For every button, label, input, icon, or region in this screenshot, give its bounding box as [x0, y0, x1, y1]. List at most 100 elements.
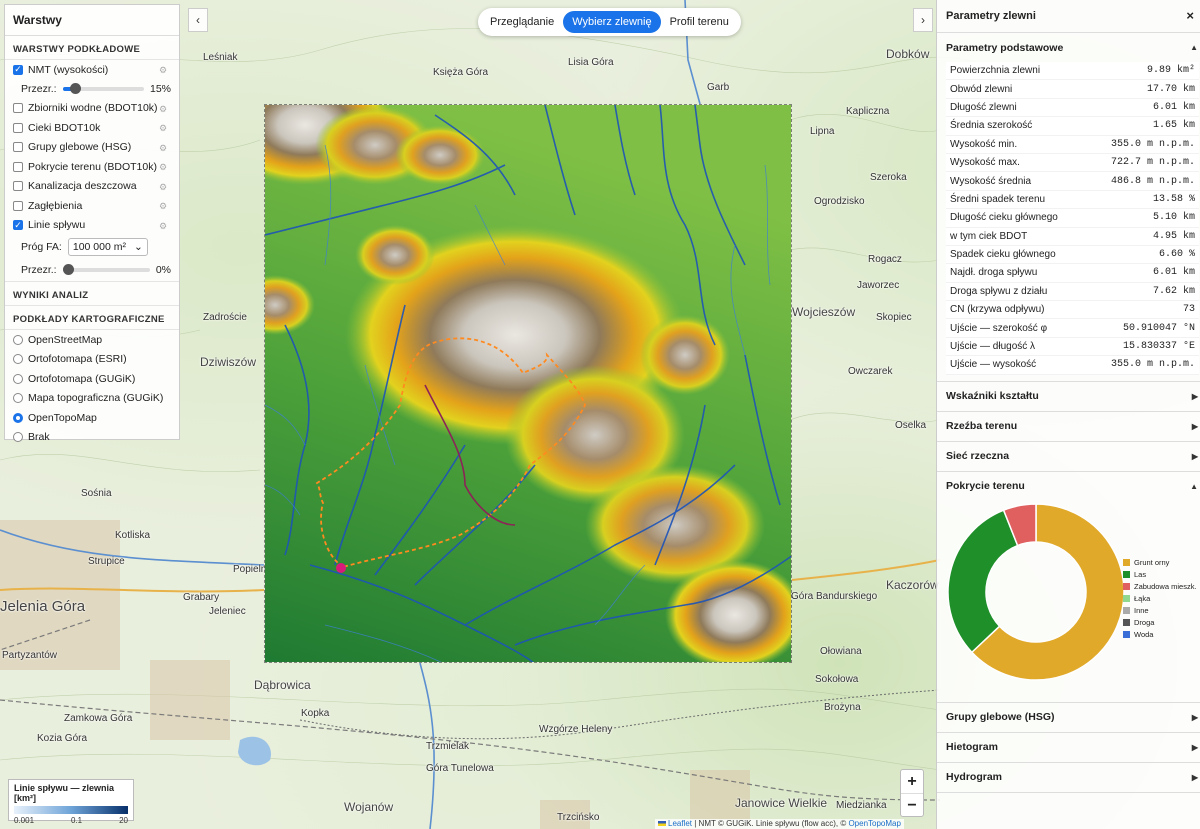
- donut-slice[interactable]: [947, 508, 1019, 653]
- layer-toggle[interactable]: Grupy glebowe (HSG) ⚙: [5, 138, 179, 158]
- nmt-opacity-slider[interactable]: Przezr.: 15%: [5, 80, 179, 99]
- param-row: Najdł. droga spływu 6.01 km: [946, 263, 1199, 283]
- basemap-option[interactable]: Ortofotomapa (ESRI): [5, 350, 179, 370]
- param-row: Wysokość max. 722.7 m n.p.m.: [946, 153, 1199, 173]
- map-label: Dobków: [886, 47, 930, 61]
- map-label: Rogacz: [868, 254, 902, 265]
- map-label: Leśniak: [203, 52, 238, 63]
- accordion-section[interactable]: Hietogram ▶: [937, 733, 1200, 763]
- close-icon[interactable]: ×: [1186, 8, 1194, 23]
- mode-terrain-profile-tab[interactable]: Profil terenu: [661, 11, 738, 33]
- settings-icon[interactable]: ⚙: [157, 220, 169, 232]
- checkbox-icon[interactable]: [13, 161, 23, 172]
- checkbox-checked-icon[interactable]: ✓: [13, 220, 23, 231]
- flow-legend-tick: 0.001: [14, 816, 35, 825]
- slider-handle[interactable]: [69, 83, 81, 94]
- param-value: 486.8 m n.p.m.: [1087, 171, 1199, 191]
- slider-track[interactable]: [62, 83, 144, 94]
- basemap-option[interactable]: Ortofotomapa (GUGiK): [5, 369, 179, 389]
- param-row: w tym ciek BDOT 4.95 km: [946, 227, 1199, 246]
- basemap-option[interactable]: Mapa topograficzna (GUGiK): [5, 389, 179, 409]
- settings-icon[interactable]: ⚙: [157, 64, 169, 76]
- zoom-in-button[interactable]: +: [901, 770, 923, 794]
- zoom-out-button[interactable]: −: [901, 794, 923, 817]
- radio-selected-icon[interactable]: [13, 412, 23, 423]
- map-label: Lipna: [810, 126, 835, 137]
- basemap-option[interactable]: Brak: [5, 428, 179, 448]
- collapse-right-button[interactable]: ›: [913, 8, 933, 32]
- checkbox-icon[interactable]: [13, 142, 23, 153]
- radio-icon[interactable]: [13, 334, 23, 345]
- basemap-option[interactable]: OpenTopoMap: [5, 408, 179, 428]
- caret-right-icon: ▶: [1191, 421, 1198, 431]
- layer-toggle[interactable]: ✓ NMT (wysokości) ⚙: [5, 60, 179, 80]
- radio-icon[interactable]: [13, 393, 23, 404]
- slider-track[interactable]: [62, 264, 150, 275]
- results-section[interactable]: WYNIKI ANALIZ: [5, 281, 179, 306]
- checkbox-icon[interactable]: [13, 181, 23, 192]
- section-label: Hietogram: [946, 741, 998, 754]
- settings-icon[interactable]: ⚙: [157, 181, 169, 193]
- chevron-down-icon: ⌄: [134, 241, 143, 253]
- basemap-option[interactable]: OpenStreetMap: [5, 330, 179, 350]
- checkbox-checked-icon[interactable]: ✓: [13, 64, 23, 75]
- settings-icon[interactable]: ⚙: [157, 122, 169, 134]
- opentopomap-link[interactable]: OpenTopoMap: [848, 819, 900, 828]
- carto-section: PODKŁADY KARTOGRAFICZNE: [5, 306, 179, 330]
- map-label: Wojcieszów: [792, 305, 856, 319]
- slider-handle[interactable]: [62, 264, 74, 275]
- caret-right-icon: ▶: [1191, 391, 1198, 401]
- flag-icon: [658, 821, 666, 826]
- layer-label: Grupy glebowe (HSG): [28, 141, 132, 154]
- flow-opacity-slider[interactable]: Przezr.: 0%: [5, 259, 179, 281]
- layer-toggle[interactable]: Zbiorniki wodne (BDOT10k) ⚙: [5, 99, 179, 119]
- param-row: Obwód zlewni 17.70 km: [946, 79, 1199, 99]
- attribution-text: | NMT © GUGiK. Linie spływu (flow acc), …: [692, 819, 849, 828]
- mode-select-catchment-tab[interactable]: Wybierz zlewnię: [563, 11, 661, 33]
- param-value: 15.830337 °E: [1087, 337, 1199, 357]
- layer-label: NMT (wysokości): [28, 63, 109, 76]
- caret-up-icon: ▲: [1190, 481, 1198, 491]
- basic-params-section[interactable]: Parametry podstawowe ▲: [937, 33, 1200, 62]
- layer-toggle[interactable]: ✓ Linie spływu ⚙: [5, 216, 179, 236]
- settings-icon[interactable]: ⚙: [157, 142, 169, 154]
- radio-icon[interactable]: [13, 373, 23, 384]
- collapse-left-button[interactable]: ‹: [188, 8, 208, 32]
- zoom-control: + −: [900, 769, 924, 817]
- layer-toggle[interactable]: Kanalizacja deszczowa ⚙: [5, 177, 179, 197]
- accordion-section[interactable]: Grupy glebowe (HSG) ▶: [937, 703, 1200, 733]
- accordion-section[interactable]: Sieć rzeczna ▶: [937, 442, 1200, 472]
- fa-threshold-select[interactable]: 100 000 m² ⌄: [67, 238, 148, 256]
- checkbox-icon[interactable]: [13, 103, 23, 114]
- param-value: 6.01 km: [1087, 98, 1199, 118]
- param-row: Spadek cieku głównego 6.60 %: [946, 245, 1199, 265]
- base-layers-section: WARSTWY PODKŁADOWE: [5, 36, 179, 60]
- radio-icon[interactable]: [13, 354, 23, 365]
- settings-icon[interactable]: ⚙: [157, 103, 169, 115]
- landcover-section[interactable]: Pokrycie terenu ▲: [937, 472, 1200, 501]
- layer-toggle[interactable]: Pokrycie terenu (BDOT10k) ⚙: [5, 157, 179, 177]
- map-label: Ogrodzisko: [814, 196, 865, 207]
- layer-label: Zbiorniki wodne (BDOT10k): [28, 102, 158, 115]
- layer-toggle[interactable]: Zagłębienia ⚙: [5, 196, 179, 216]
- settings-icon[interactable]: ⚙: [157, 200, 169, 212]
- checkbox-icon[interactable]: [13, 200, 23, 211]
- param-row: Wysokość średnia 486.8 m n.p.m.: [946, 171, 1199, 191]
- leaflet-link[interactable]: Leaflet: [668, 819, 692, 828]
- param-label: Średnia szerokość: [946, 116, 1087, 136]
- map-label: Partyzantów: [2, 650, 58, 661]
- mode-browse-tab[interactable]: Przeglądanie: [481, 11, 563, 33]
- accordion-section[interactable]: Wskaźniki kształtu ▶: [937, 382, 1200, 412]
- settings-icon[interactable]: ⚙: [157, 161, 169, 173]
- param-value: 17.70 km: [1087, 79, 1199, 99]
- layer-toggle[interactable]: Cieki BDOT10k ⚙: [5, 118, 179, 138]
- fa-value: 100 000 m²: [72, 241, 126, 253]
- checkbox-icon[interactable]: [13, 122, 23, 133]
- legend-item: Woda: [1123, 629, 1197, 641]
- map-label: Kozia Góra: [37, 733, 88, 744]
- radio-icon[interactable]: [13, 432, 23, 443]
- accordion-section[interactable]: Rzeźba terenu ▶: [937, 412, 1200, 442]
- accordion-section[interactable]: Hydrogram ▶: [937, 763, 1200, 793]
- map-label: Lisia Góra: [568, 57, 614, 68]
- landcover-chart: Grunt orny Las Zabudowa mieszk. Łąka Inne Dro…: [937, 501, 1200, 703]
